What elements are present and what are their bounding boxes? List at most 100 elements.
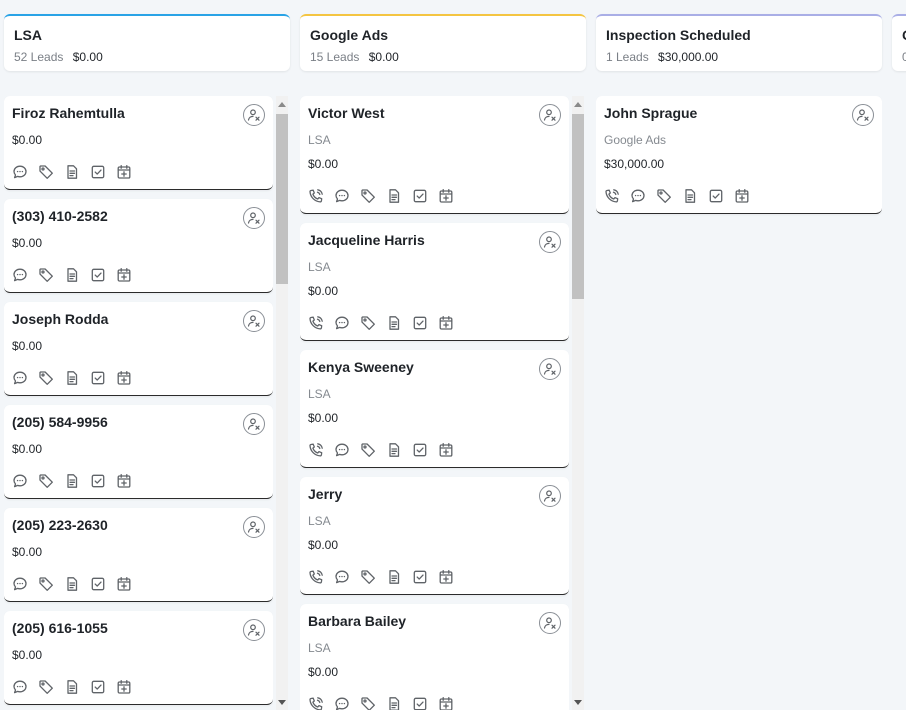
assign-user-button[interactable]	[243, 207, 265, 229]
message-icon[interactable]	[12, 679, 28, 695]
lead-name[interactable]: Firoz Rahemtulla	[12, 105, 125, 121]
message-icon[interactable]	[12, 370, 28, 386]
column-header-google-ads[interactable]: Google Ads 15 Leads $0.00	[300, 14, 586, 71]
assign-user-button[interactable]	[243, 104, 265, 126]
phone-icon[interactable]	[308, 188, 324, 204]
tag-icon[interactable]	[656, 188, 672, 204]
message-icon[interactable]	[334, 569, 350, 585]
calendar-add-icon[interactable]	[116, 267, 132, 283]
lead-name[interactable]: Joseph Rodda	[12, 311, 108, 327]
calendar-add-icon[interactable]	[438, 569, 454, 585]
assign-user-button[interactable]	[539, 104, 561, 126]
note-icon[interactable]	[64, 164, 80, 180]
task-icon[interactable]	[90, 473, 106, 489]
column-scrollbar-lsa[interactable]	[276, 96, 288, 710]
scroll-thumb[interactable]	[572, 114, 584, 299]
calendar-add-icon[interactable]	[438, 442, 454, 458]
lead-card[interactable]: (205) 616-1055 $0.00	[4, 611, 273, 705]
scroll-down-arrow[interactable]	[574, 700, 582, 705]
lead-name[interactable]: Jerry	[308, 486, 342, 502]
lead-name[interactable]: Jacqueline Harris	[308, 232, 425, 248]
assign-user-button[interactable]	[852, 104, 874, 126]
tag-icon[interactable]	[360, 442, 376, 458]
tag-icon[interactable]	[38, 576, 54, 592]
column-scrollbar-google-ads[interactable]	[572, 96, 584, 710]
phone-icon[interactable]	[308, 315, 324, 331]
assign-user-button[interactable]	[243, 516, 265, 538]
column-header-next[interactable]: G 0	[892, 14, 906, 71]
calendar-add-icon[interactable]	[438, 188, 454, 204]
calendar-add-icon[interactable]	[116, 576, 132, 592]
calendar-add-icon[interactable]	[438, 315, 454, 331]
calendar-add-icon[interactable]	[734, 188, 750, 204]
lead-card[interactable]: Kenya Sweeney LSA $0.00	[300, 350, 569, 468]
column-header-lsa[interactable]: LSA 52 Leads $0.00	[4, 14, 290, 71]
lead-card[interactable]: (205) 223-2630 $0.00	[4, 508, 273, 602]
lead-card[interactable]: (205) 584-9956 $0.00	[4, 405, 273, 499]
task-icon[interactable]	[412, 696, 428, 710]
assign-user-button[interactable]	[539, 358, 561, 380]
scroll-thumb[interactable]	[276, 114, 288, 284]
lead-name[interactable]: Victor West	[308, 105, 385, 121]
calendar-add-icon[interactable]	[116, 473, 132, 489]
message-icon[interactable]	[334, 442, 350, 458]
task-icon[interactable]	[412, 188, 428, 204]
task-icon[interactable]	[90, 679, 106, 695]
lead-card[interactable]: Jerry LSA $0.00	[300, 477, 569, 595]
lead-card[interactable]: (303) 410-2582 $0.00	[4, 199, 273, 293]
task-icon[interactable]	[90, 370, 106, 386]
lead-name[interactable]: Barbara Bailey	[308, 613, 406, 629]
lead-card[interactable]: Jacqueline Harris LSA $0.00	[300, 223, 569, 341]
tag-icon[interactable]	[360, 315, 376, 331]
task-icon[interactable]	[412, 569, 428, 585]
message-icon[interactable]	[334, 696, 350, 710]
lead-card[interactable]: Firoz Rahemtulla $0.00	[4, 96, 273, 190]
scroll-up-arrow[interactable]	[574, 102, 582, 107]
assign-user-button[interactable]	[539, 612, 561, 634]
assign-user-button[interactable]	[539, 485, 561, 507]
note-icon[interactable]	[64, 267, 80, 283]
note-icon[interactable]	[386, 569, 402, 585]
message-icon[interactable]	[12, 267, 28, 283]
phone-icon[interactable]	[308, 569, 324, 585]
lead-card[interactable]: Barbara Bailey LSA $0.00	[300, 604, 569, 710]
phone-icon[interactable]	[604, 188, 620, 204]
assign-user-button[interactable]	[539, 231, 561, 253]
assign-user-button[interactable]	[243, 310, 265, 332]
task-icon[interactable]	[90, 576, 106, 592]
lead-name[interactable]: (303) 410-2582	[12, 208, 108, 224]
task-icon[interactable]	[90, 267, 106, 283]
tag-icon[interactable]	[360, 696, 376, 710]
lead-name[interactable]: (205) 616-1055	[12, 620, 108, 636]
message-icon[interactable]	[12, 576, 28, 592]
tag-icon[interactable]	[38, 473, 54, 489]
note-icon[interactable]	[682, 188, 698, 204]
task-icon[interactable]	[412, 315, 428, 331]
tag-icon[interactable]	[360, 569, 376, 585]
note-icon[interactable]	[64, 679, 80, 695]
lead-name[interactable]: John Sprague	[604, 105, 697, 121]
note-icon[interactable]	[386, 442, 402, 458]
lead-name[interactable]: Kenya Sweeney	[308, 359, 414, 375]
tag-icon[interactable]	[360, 188, 376, 204]
column-header-inspection-scheduled[interactable]: Inspection Scheduled 1 Leads $30,000.00	[596, 14, 882, 71]
note-icon[interactable]	[64, 370, 80, 386]
calendar-add-icon[interactable]	[438, 696, 454, 710]
message-icon[interactable]	[12, 473, 28, 489]
assign-user-button[interactable]	[243, 413, 265, 435]
phone-icon[interactable]	[308, 442, 324, 458]
message-icon[interactable]	[12, 164, 28, 180]
lead-card[interactable]: John Sprague Google Ads $30,000.00	[596, 96, 882, 214]
tag-icon[interactable]	[38, 164, 54, 180]
lead-card[interactable]: Joseph Rodda $0.00	[4, 302, 273, 396]
scroll-down-arrow[interactable]	[278, 700, 286, 705]
note-icon[interactable]	[386, 315, 402, 331]
note-icon[interactable]	[386, 188, 402, 204]
note-icon[interactable]	[386, 696, 402, 710]
task-icon[interactable]	[708, 188, 724, 204]
assign-user-button[interactable]	[243, 619, 265, 641]
phone-icon[interactable]	[308, 696, 324, 710]
note-icon[interactable]	[64, 473, 80, 489]
message-icon[interactable]	[334, 315, 350, 331]
tag-icon[interactable]	[38, 267, 54, 283]
